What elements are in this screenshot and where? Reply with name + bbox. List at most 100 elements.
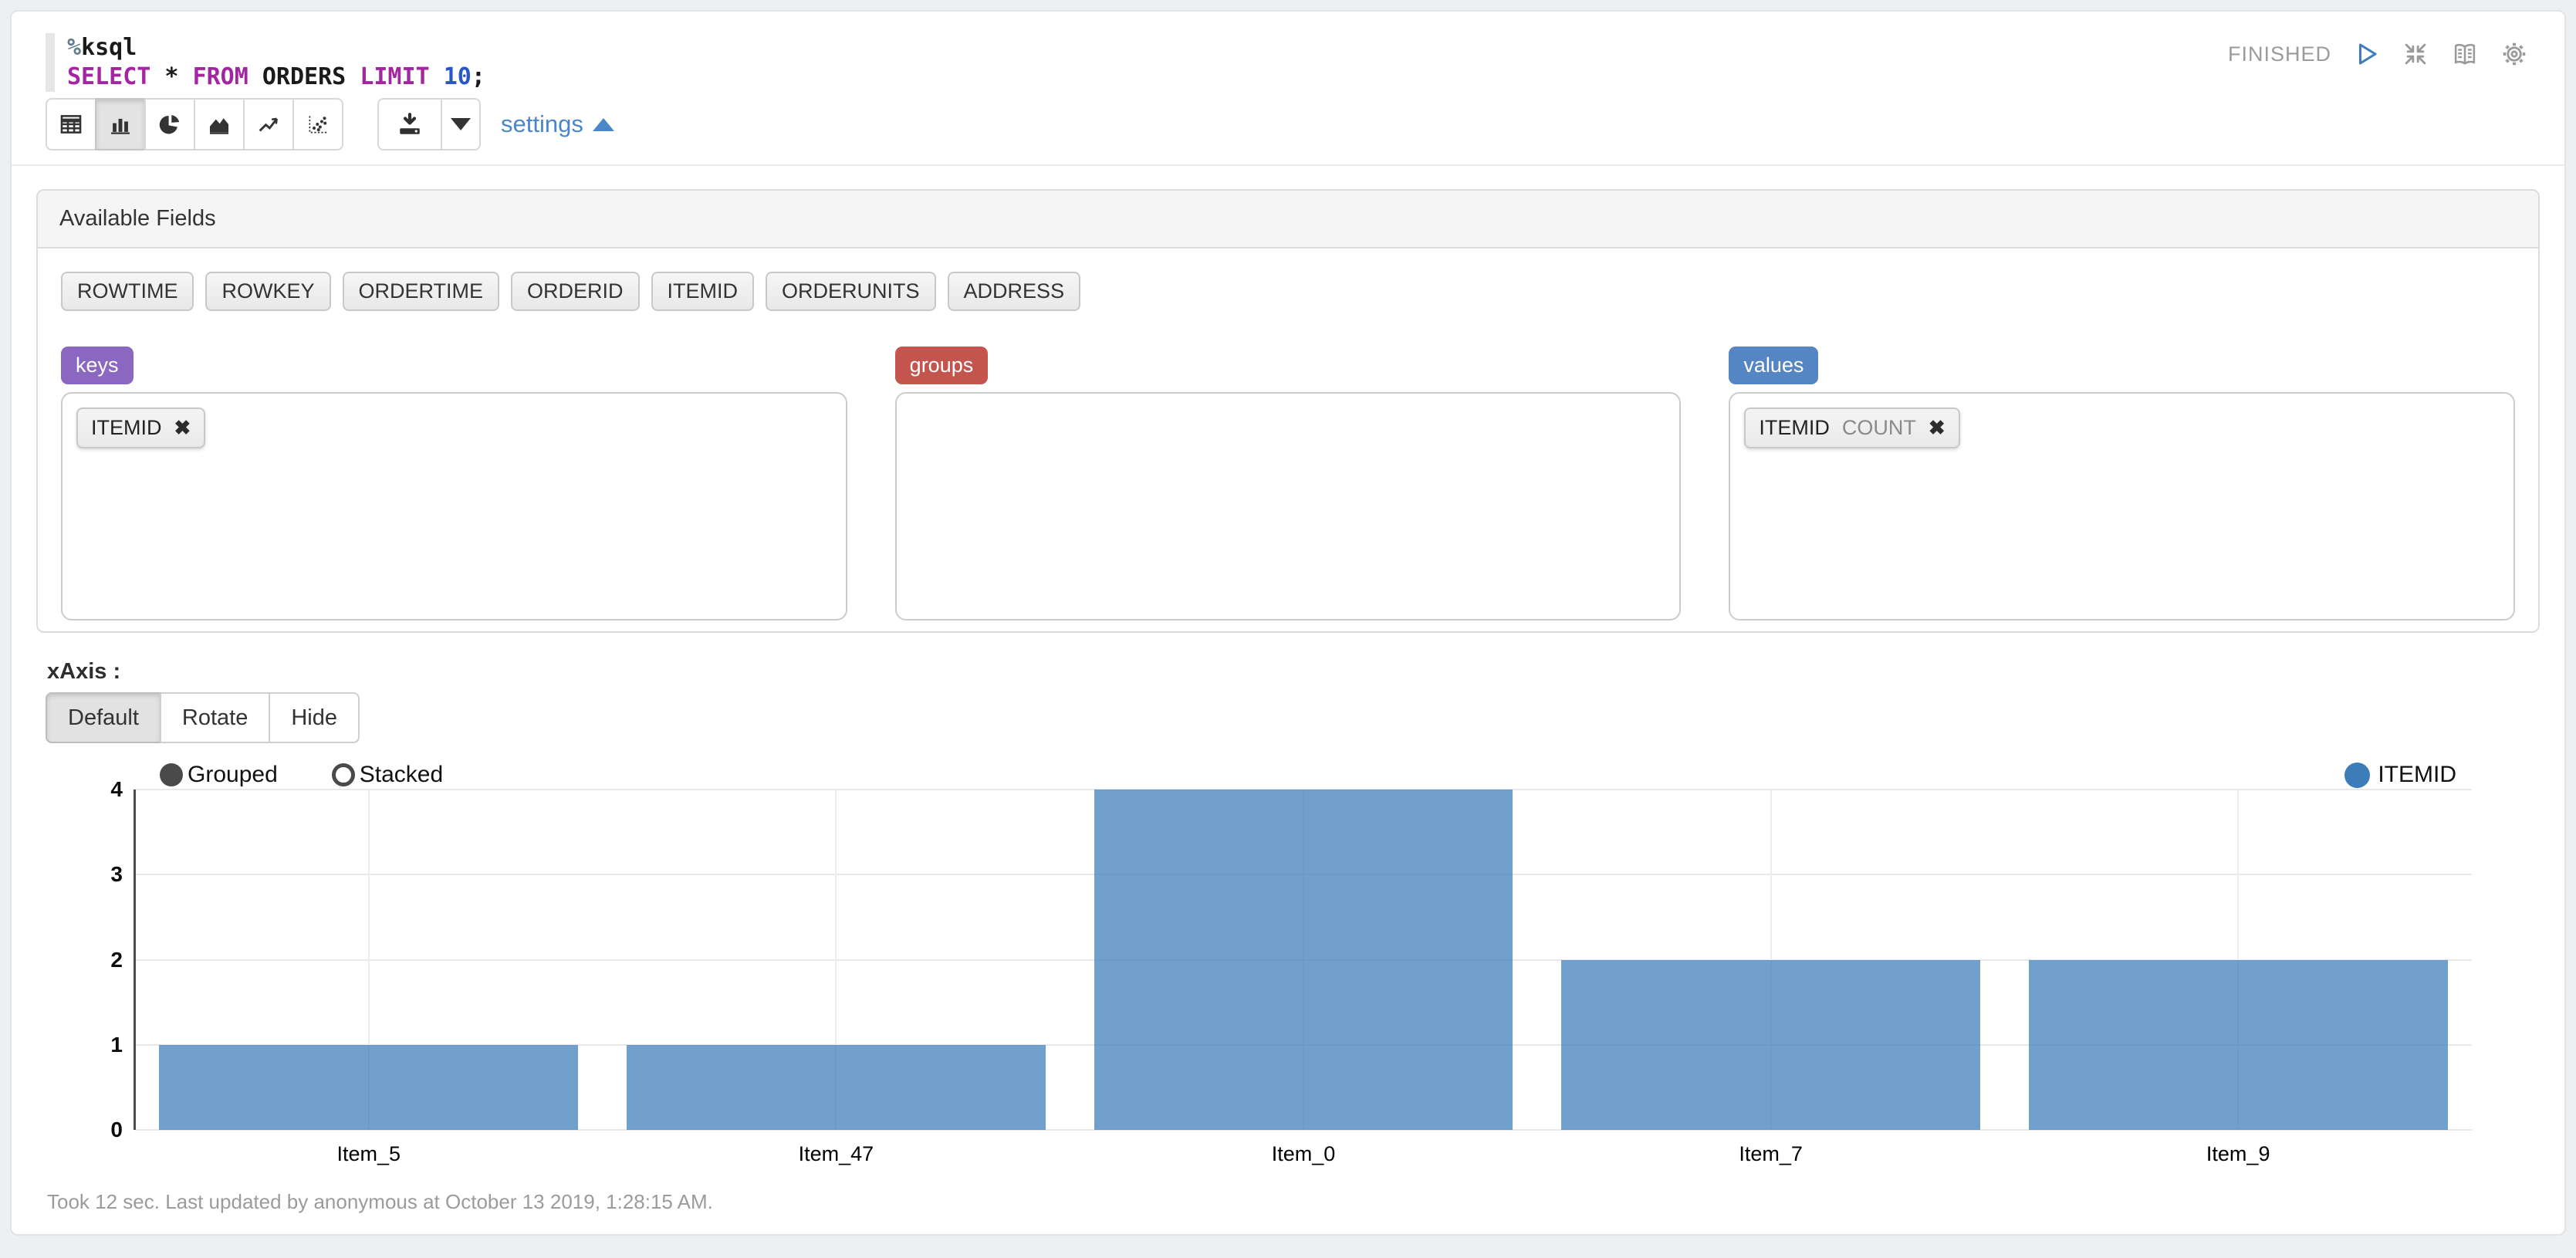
radio-selected-icon [160,763,183,786]
paragraph-header: %ksqlSELECT * FROM ORDERS LIMIT 10; FINI… [12,12,2564,92]
y-tick-label: 3 [110,862,123,887]
area-chart-button[interactable] [194,98,245,150]
paragraph-controls: FINISHED [2228,39,2529,69]
field-chip[interactable]: ROWKEY [205,272,330,311]
settings-label: settings [501,110,583,138]
y-tick-label: 1 [110,1033,123,1057]
shrink-width-button[interactable] [2401,39,2430,69]
groups-dropzone[interactable] [895,392,1682,621]
code-editor[interactable]: %ksqlSELECT * FROM ORDERS LIMIT 10; [46,33,485,92]
keys-dropzone[interactable]: ITEMID ✖ [61,392,847,621]
zone-badge-values: values [1729,347,1818,384]
code-token: FROM [193,63,248,90]
toggle-editor-button[interactable] [2450,39,2480,69]
remove-chip-button[interactable]: ✖ [1929,416,1946,440]
field-chip[interactable]: ORDERID [511,272,640,311]
legend-item[interactable]: ITEMID [2344,762,2456,788]
x-tick-label: Item_9 [2206,1142,2270,1166]
play-icon [2352,40,2380,68]
chip-label: ITEMID [91,416,162,440]
pivot-zones: keys ITEMID ✖ groups values ITEMID COUNT ✖ [61,347,2515,621]
zone-keys: keys ITEMID ✖ [61,347,847,621]
scatter-chart-button[interactable] [292,98,343,150]
table-view-button[interactable] [46,98,96,150]
table-icon [58,111,84,137]
legend-label: ITEMID [2378,762,2456,788]
paragraph-status: FINISHED [2228,42,2331,66]
download-dropdown-button[interactable] [441,98,481,150]
field-chip[interactable]: ORDERUNITS [766,272,936,311]
pivot-chip[interactable]: ITEMIDCOUNT✖ [1744,407,1959,448]
panel-title: Available Fields [38,191,2538,249]
gear-icon [2500,39,2529,69]
radio-unselected-icon [332,763,355,786]
y-tick-label: 0 [110,1118,123,1142]
xaxis-rotate-button[interactable]: Rotate [160,692,270,743]
values-dropzone[interactable]: ITEMIDCOUNT✖ [1729,392,2515,621]
field-chip[interactable]: ORDERTIME [343,272,500,311]
execution-info: Took 12 sec. Last updated by anonymous a… [47,1190,713,1214]
chevron-down-icon [451,118,471,130]
x-tick-label: Item_5 [337,1142,401,1166]
xaxis-default-button[interactable]: Default [46,692,161,743]
zone-badge-groups: groups [895,347,989,384]
pie-chart-icon [157,111,183,137]
remove-chip-button[interactable]: ✖ [174,416,191,440]
field-chip[interactable]: ROWTIME [61,272,194,311]
field-chip[interactable]: ITEMID [651,272,755,311]
paragraph-card: %ksqlSELECT * FROM ORDERS LIMIT 10; FINI… [10,10,2566,1236]
xaxis-mode-switcher: DefaultRotateHide [46,692,360,743]
zone-groups: groups [895,347,1682,621]
visualization-toolbar: settings [46,98,2564,150]
x-tick-label: Item_0 [1272,1142,1336,1166]
available-fields-panel: Available Fields ROWTIME ROWKEY ORDERTIME O… [36,189,2540,633]
bar[interactable] [1094,790,1513,1130]
pie-chart-button[interactable] [144,98,195,150]
download-icon [396,110,424,138]
plot-area: 01234Item_5Item_47Item_0Item_7Item_9 [135,790,2472,1130]
area-chart-icon [206,111,232,137]
paragraph-settings-button[interactable] [2500,39,2529,69]
compress-icon [2401,39,2430,69]
bar[interactable] [159,1045,578,1130]
code-token: * [150,63,192,90]
toolbar-divider [12,164,2564,166]
radio-label: Grouped [188,762,278,788]
field-chips-row: ROWTIME ROWKEY ORDERTIME ORDERID ITEMID ORDER… [61,272,2515,311]
bar-chart-icon [107,111,134,137]
code-token [430,63,444,90]
x-tick-label: Item_7 [1739,1142,1803,1166]
code-line: SELECT * FROM ORDERS LIMIT 10; [67,63,485,92]
bar[interactable] [2029,960,2448,1131]
code-line: %ksql [67,33,485,63]
chart-mode-controls: Grouped Stacked [160,762,443,788]
scatter-chart-icon [305,111,331,137]
bar[interactable] [627,1045,1046,1130]
xaxis-hide-button[interactable]: Hide [269,692,360,743]
legend-dot-icon [2344,763,2370,788]
bar-chart-button[interactable] [95,98,146,150]
run-button[interactable] [2351,39,2381,69]
code-token: ksql [81,34,137,61]
line-chart-button[interactable] [243,98,294,150]
code-token: % [67,34,81,61]
download-group [377,98,481,150]
stacked-radio[interactable]: Stacked [332,762,443,788]
xaxis-label: xAxis : [47,659,2564,685]
y-tick-label: 4 [110,777,123,802]
chip-aggregation[interactable]: COUNT [1842,416,1916,440]
zone-values: valuesITEMIDCOUNT✖ [1729,347,2515,621]
chevron-up-icon [593,118,614,131]
field-chip[interactable]: ADDRESS [948,272,1081,311]
bar[interactable] [1561,960,1980,1131]
settings-toggle-link[interactable]: settings [501,110,614,138]
line-chart-icon [255,111,282,137]
code-token: ; [472,63,485,90]
grouped-radio[interactable]: Grouped [160,762,278,788]
download-button[interactable] [377,98,442,150]
pivot-chip[interactable]: ITEMID ✖ [76,407,205,448]
y-tick-label: 2 [110,948,123,972]
bar-chart: Grouped Stacked ITEMID 01234Item_5Item_47… [12,762,2564,1174]
zone-badge-keys: keys [61,347,134,384]
chart-type-switcher [46,98,343,150]
